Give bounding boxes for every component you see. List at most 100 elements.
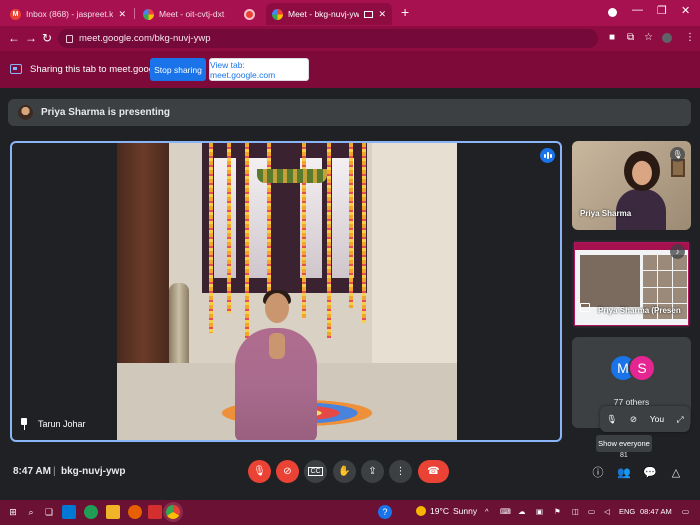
camera-icon[interactable]: ■ <box>609 32 615 43</box>
captions-button[interactable]: CC <box>304 460 327 483</box>
tab-label: Meet - bkg-nuvj-ywp <box>288 9 360 19</box>
sun-icon <box>416 506 426 516</box>
menu-kebab-icon[interactable]: ⋮ <box>685 32 695 43</box>
chrome-icon <box>143 8 154 20</box>
close-icon[interactable]: ✕ <box>378 9 386 20</box>
tab-divider <box>134 8 135 19</box>
gmail-icon: M <box>10 8 21 20</box>
camera-toggle-button[interactable]: ⊘ <box>276 460 299 483</box>
people-icon[interactable]: 👥 <box>615 463 633 481</box>
tab-gmail[interactable]: M Inbox (868) - jaspreet.k@theindi ✕ <box>4 3 132 25</box>
store-icon[interactable] <box>62 505 76 519</box>
tab-label: Inbox (868) - jaspreet.k@theindi <box>26 9 114 19</box>
main-tile-nameplate: Tarun Johar <box>20 418 86 430</box>
profile-dot-icon[interactable] <box>608 8 617 17</box>
tab-recording[interactable]: ✕ <box>238 3 266 25</box>
person-head <box>265 293 289 323</box>
tray-icon[interactable]: ▣ <box>536 507 543 516</box>
screen-share-icon <box>10 64 22 74</box>
chrome-icon <box>272 8 283 20</box>
more-options-button[interactable]: ⋮ <box>389 460 412 483</box>
file-explorer-icon[interactable] <box>106 505 120 519</box>
reload-icon[interactable]: ↻ <box>42 31 52 45</box>
taskbar-clock[interactable]: 08:47 AM <box>640 507 672 516</box>
restore-icon[interactable]: ❐ <box>657 4 667 17</box>
tray-chevron-icon[interactable]: ^ <box>485 507 489 516</box>
firefox-icon[interactable] <box>128 505 142 519</box>
profile-avatar-icon[interactable] <box>662 33 672 43</box>
volume-icon[interactable]: ◁ <box>604 507 610 516</box>
forward-arrow-icon[interactable]: → <box>25 31 37 45</box>
hand-icon: ✋ <box>338 466 351 477</box>
screen: M Inbox (868) - jaspreet.k@theindi ✕ Mee… <box>0 0 700 525</box>
activities-icon[interactable]: △ <box>667 463 685 481</box>
search-icon[interactable]: ⌕ <box>24 505 38 519</box>
participant-name: Tarun Johar <box>38 419 86 429</box>
help-icon[interactable]: ? <box>378 505 392 519</box>
view-tab-button[interactable]: View tab: meet.google.com <box>209 58 309 81</box>
self-label: You <box>649 414 665 424</box>
speaking-indicator-icon <box>540 148 555 163</box>
expand-icon[interactable]: ⤢ <box>677 414 684 425</box>
minimize-icon[interactable]: — <box>632 4 643 16</box>
tray-icon[interactable]: ⌨ <box>500 507 511 516</box>
present-icon: ⇪ <box>368 466 377 477</box>
language-indicator[interactable]: ENG <box>619 507 635 516</box>
network-icon[interactable]: ◫ <box>572 507 579 516</box>
weather-widget[interactable]: 19°C Sunny <box>416 506 477 516</box>
bookmark-star-icon[interactable]: ☆ <box>644 32 653 43</box>
mic-off-icon[interactable]: 🎙 <box>606 414 617 425</box>
vase <box>169 283 189 373</box>
chat-icon[interactable]: 💬 <box>641 463 659 481</box>
stop-sharing-button[interactable]: Stop sharing <box>150 58 206 81</box>
meeting-time: 8:47 AM <box>13 466 51 477</box>
camera-off-icon: ⊘ <box>283 466 292 477</box>
tab-meet-bkg[interactable]: Meet - bkg-nuvj-ywp ✕ <box>266 3 392 25</box>
weather-text: Sunny <box>453 506 478 516</box>
meeting-info-icon[interactable]: ⓘ <box>589 463 607 481</box>
presentation-tile[interactable]: ♪ Priya Sharma (Presen <box>572 240 691 328</box>
window-close-icon[interactable]: ✕ <box>681 4 690 17</box>
meet-stage: Priya Sharma is presenting Tarun Johar 🎙… <box>0 88 700 498</box>
windows-start-icon[interactable]: ⊞ <box>6 505 20 519</box>
edge-icon[interactable] <box>84 505 98 519</box>
battery-icon[interactable]: ▭ <box>588 507 595 516</box>
separator: | <box>53 466 56 477</box>
mic-toggle-button[interactable]: 🎙 <box>248 460 271 483</box>
self-view-controls[interactable]: 🎙 ⊘ You ⤢ <box>600 406 690 432</box>
pin-icon[interactable] <box>20 418 28 430</box>
presenting-banner: Priya Sharma is presenting <box>8 99 691 126</box>
address-bar: ← → ↻ meet.google.com/bkg-nuvj-ywp ■ ⧉ ☆… <box>0 26 700 51</box>
phone-hangup-icon: ☎ <box>427 466 440 477</box>
participant-video <box>117 143 457 440</box>
raise-hand-button[interactable]: ✋ <box>333 460 356 483</box>
person-head <box>624 151 660 191</box>
weather-temp: 19°C <box>430 506 449 516</box>
chrome-icon[interactable] <box>166 505 180 519</box>
camera-off-icon[interactable]: ⊘ <box>630 414 637 425</box>
share-page-icon[interactable]: ⧉ <box>627 32 634 43</box>
url-text: meet.google.com/bkg-nuvj-ywp <box>79 33 211 44</box>
tray-icon[interactable]: ☁ <box>518 507 526 516</box>
close-icon[interactable]: ✕ <box>118 9 126 20</box>
present-button[interactable]: ⇪ <box>361 460 384 483</box>
mic-off-icon: 🎙 <box>253 466 266 477</box>
presenter-camera-tile[interactable]: 🎙 Priya Sharma <box>572 141 691 230</box>
new-tab-plus-icon[interactable]: + <box>401 4 409 20</box>
opera-icon[interactable] <box>148 505 162 519</box>
toran-decoration <box>257 169 327 183</box>
tab-strip: M Inbox (868) - jaspreet.k@theindi ✕ Mee… <box>0 0 700 26</box>
audio-icon: ♪ <box>670 244 685 259</box>
back-arrow-icon[interactable]: ← <box>8 31 20 45</box>
omnibox[interactable]: meet.google.com/bkg-nuvj-ywp <box>58 29 598 48</box>
tray-icon[interactable]: ⚑ <box>554 507 561 516</box>
presenter-avatar <box>18 105 33 120</box>
tile-name: Priya Sharma <box>580 209 632 218</box>
task-view-icon[interactable]: ❏ <box>42 505 56 519</box>
record-icon <box>244 8 255 20</box>
main-video-tile[interactable]: Tarun Johar <box>10 141 562 442</box>
notifications-icon[interactable]: ▭ <box>682 507 689 516</box>
leave-call-button[interactable]: ☎ <box>418 460 449 483</box>
tile-name: Priya Sharma (Presen <box>598 306 681 315</box>
folded-hands <box>269 333 285 359</box>
